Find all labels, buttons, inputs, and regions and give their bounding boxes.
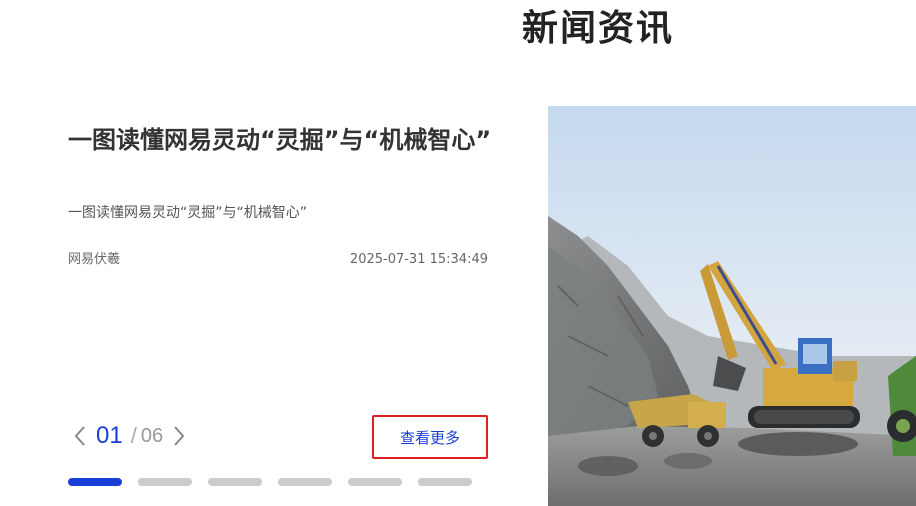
total-slide-number: 06	[140, 424, 164, 447]
pager-separator: /	[130, 423, 137, 448]
slide-dot-6[interactable]	[418, 478, 472, 486]
chevron-left-icon	[74, 426, 85, 446]
slide-dot-5[interactable]	[348, 478, 402, 486]
next-button[interactable]	[167, 422, 191, 450]
article-date: 2025-07-31 15:34:49	[349, 252, 488, 267]
news-section: 新闻资讯 一图读懂网易灵动“灵掘”与“机械智心” 一图读懂网易灵动“灵掘”与“机…	[0, 0, 916, 506]
article-summary: 一图读懂网易灵动“灵掘”与“机械智心”	[68, 205, 308, 221]
section-title: 新闻资讯	[521, 8, 674, 49]
article-source: 网易伏羲	[68, 252, 121, 267]
slide-pager: 01 / 06	[68, 418, 191, 454]
slide-indicator	[68, 478, 472, 486]
slide-dot-3[interactable]	[208, 478, 262, 486]
current-slide-number: 01	[96, 422, 123, 449]
article-title[interactable]: 一图读懂网易灵动“灵掘”与“机械智心”	[68, 125, 498, 155]
excavator-illustration	[548, 106, 916, 506]
slide-dot-2[interactable]	[138, 478, 192, 486]
chevron-right-icon	[174, 426, 185, 446]
article-image[interactable]	[548, 106, 916, 506]
slide-dot-1[interactable]	[68, 478, 122, 486]
prev-button[interactable]	[68, 422, 92, 450]
view-more-button[interactable]: 查看更多	[372, 415, 488, 459]
slide-dot-4[interactable]	[278, 478, 332, 486]
